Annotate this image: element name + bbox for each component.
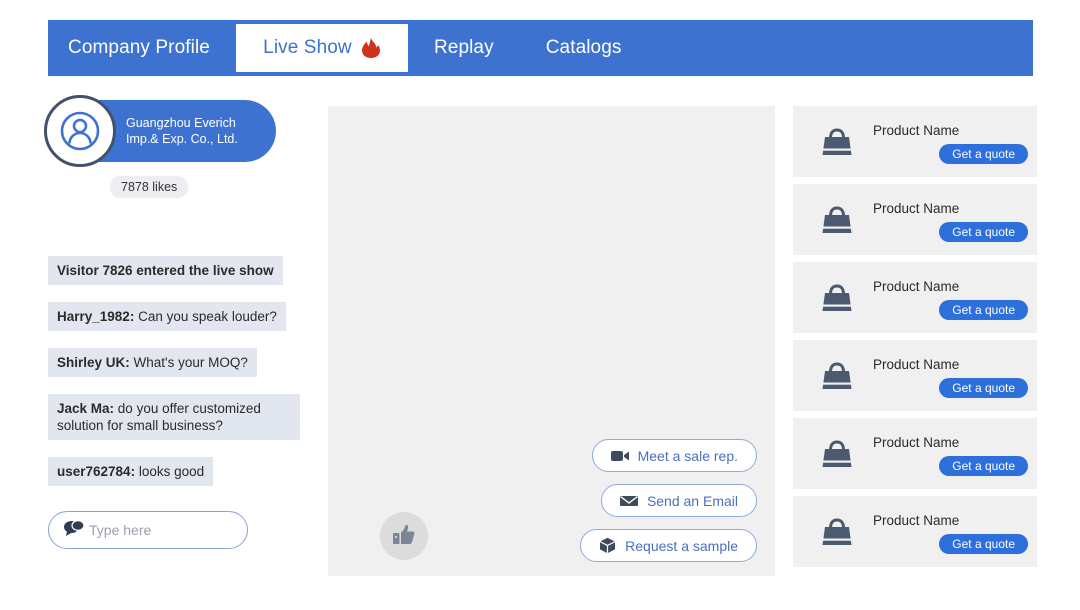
envelope-icon [619, 494, 638, 508]
nav-tab-replay[interactable]: Replay [408, 20, 520, 76]
box-icon [599, 537, 616, 554]
get-a-quote-button[interactable]: Get a quote [939, 222, 1028, 242]
product-list: Product Name Get a quote Product Name Get a… [793, 106, 1037, 574]
get-a-quote-button[interactable]: Get a quote [939, 300, 1028, 320]
product-card-body: Product Name Get a quote [873, 496, 1037, 567]
nav-tab-company-profile[interactable]: Company Profile [48, 20, 236, 76]
chat-message: Shirley UK: What's your MOQ? [48, 348, 257, 377]
video-camera-icon [610, 449, 629, 463]
product-card[interactable]: Product Name Get a quote [793, 496, 1037, 567]
get-a-quote-button[interactable]: Get a quote [939, 378, 1028, 398]
cta-meet-a-sale-rep-button[interactable]: Meet a sale rep. [591, 439, 757, 472]
like-button[interactable] [380, 512, 428, 560]
product-card-body: Product Name Get a quote [873, 340, 1037, 411]
thumbs-up-icon [391, 521, 417, 552]
live-show-page: Company Profile Live Show Replay Catalogs G… [0, 0, 1080, 610]
cta-label: Send an Email [646, 492, 738, 509]
chat-message-author: Visitor 7826 entered the live show [57, 263, 274, 278]
cta-request-a-sample-button[interactable]: Request a sample [580, 529, 757, 562]
product-card[interactable]: Product Name Get a quote [793, 106, 1037, 177]
cta-button-group: Meet a sale rep. Send an Email Request a s… [580, 439, 757, 562]
product-card[interactable]: Product Name Get a quote [793, 340, 1037, 411]
chat-message-author: Shirley UK: [57, 355, 130, 370]
nav-tab-label: Catalogs [545, 37, 622, 58]
handbag-icon [815, 360, 859, 392]
sidebar: Guangzhou Everich Imp.& Exp. Co., Ltd. 7… [44, 95, 316, 549]
product-name: Product Name [873, 357, 960, 372]
company-profile-badge[interactable]: Guangzhou Everich Imp.& Exp. Co., Ltd. [44, 95, 276, 167]
chat-input-field[interactable]: Type here [48, 511, 248, 549]
nav-tab-label: Replay [433, 37, 494, 58]
product-card-body: Product Name Get a quote [873, 418, 1037, 489]
chat-message-author: user762784: [57, 464, 136, 479]
handbag-icon [815, 438, 859, 470]
chat-message-author: Jack Ma: [57, 401, 115, 416]
company-name: Guangzhou Everich Imp.& Exp. Co., Ltd. [126, 116, 238, 146]
get-a-quote-button[interactable]: Get a quote [939, 144, 1028, 164]
chat-message-text: Can you speak louder? [134, 309, 277, 324]
cta-send-an-email-button[interactable]: Send an Email [600, 484, 757, 517]
chat-message-list: Visitor 7826 entered the live show Harry_… [48, 256, 316, 486]
cta-label: Request a sample [625, 537, 738, 554]
product-card-body: Product Name Get a quote [873, 184, 1037, 255]
nav-tab-catalogs[interactable]: Catalogs [520, 20, 648, 76]
get-a-quote-button[interactable]: Get a quote [939, 456, 1028, 476]
product-card[interactable]: Product Name Get a quote [793, 262, 1037, 333]
chat-input-placeholder: Type here [89, 522, 152, 538]
chat-message: Visitor 7826 entered the live show [48, 256, 283, 285]
nav-tab-label: Company Profile [68, 37, 210, 58]
likes-badge: 7878 likes [110, 176, 189, 198]
user-avatar-icon [44, 95, 116, 167]
product-card[interactable]: Product Name Get a quote [793, 418, 1037, 489]
handbag-icon [815, 282, 859, 314]
chat-bubble-icon [63, 519, 85, 542]
fire-icon [361, 37, 381, 59]
cta-label: Meet a sale rep. [637, 447, 738, 464]
product-name: Product Name [873, 123, 960, 138]
product-card-body: Product Name Get a quote [873, 262, 1037, 333]
product-card-body: Product Name Get a quote [873, 106, 1037, 177]
chat-message-text: What's your MOQ? [129, 355, 248, 370]
get-a-quote-button[interactable]: Get a quote [939, 534, 1028, 554]
chat-message: Jack Ma: do you offer customized solutio… [48, 394, 300, 440]
product-name: Product Name [873, 201, 960, 216]
chat-message: Harry_1982: Can you speak louder? [48, 302, 286, 331]
chat-message-text: looks good [135, 464, 205, 479]
product-name: Product Name [873, 435, 960, 450]
product-name: Product Name [873, 279, 960, 294]
chat-message-author: Harry_1982: [57, 309, 135, 324]
handbag-icon [815, 204, 859, 236]
handbag-icon [815, 516, 859, 548]
nav-tab-label: Live Show [263, 37, 352, 58]
handbag-icon [815, 126, 859, 158]
nav-tab-live-show[interactable]: Live Show [235, 24, 408, 72]
live-video-stage[interactable]: Meet a sale rep. Send an Email Request a s… [328, 106, 775, 576]
product-card[interactable]: Product Name Get a quote [793, 184, 1037, 255]
main-navbar: Company Profile Live Show Replay Catalogs [48, 20, 1033, 76]
product-name: Product Name [873, 513, 960, 528]
chat-message: user762784: looks good [48, 457, 214, 486]
